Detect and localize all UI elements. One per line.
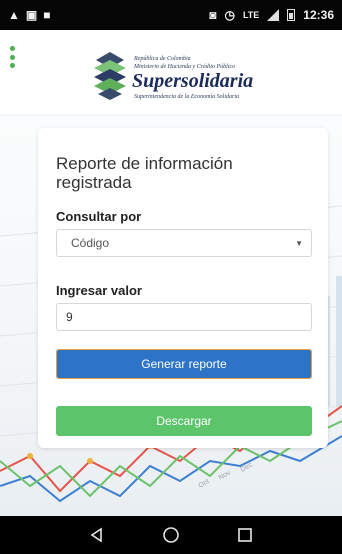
- logo-mark-icon: [94, 52, 126, 100]
- status-left-icons: ▲ ▣ ■: [8, 9, 50, 21]
- network-type: LTE: [242, 10, 260, 20]
- app-header: República de Colombia Ministerio de Haci…: [0, 30, 342, 116]
- bg-label-dec: Dec: [240, 461, 255, 474]
- message-icon: ■: [43, 8, 51, 22]
- alarm-icon: ◷: [224, 8, 235, 22]
- cast-icon: ◙: [209, 8, 217, 22]
- battery-icon: [287, 9, 296, 21]
- navigation-bar: [0, 516, 342, 554]
- logo-line1: República de Colombia: [134, 56, 191, 62]
- ingresar-valor-input[interactable]: 9: [56, 303, 312, 331]
- vertical-dots-menu-icon[interactable]: [10, 46, 16, 68]
- status-right-icons: ◙ ◷ LTE 12:36: [209, 8, 334, 22]
- consultar-por-label: Consultar por: [56, 209, 142, 224]
- back-icon[interactable]: [87, 525, 107, 545]
- report-form-card: Reporte de información registrada Consul…: [38, 128, 328, 448]
- logo-title: Supersolidaria: [132, 70, 254, 92]
- home-icon[interactable]: [161, 525, 181, 545]
- form-title: Reporte de información registrada: [56, 154, 233, 192]
- bg-label-nov: Nov: [218, 469, 233, 482]
- warning-icon: ▲: [8, 8, 20, 22]
- consultar-por-select[interactable]: Código ▼: [56, 229, 312, 257]
- supersolidaria-logo: República de Colombia Ministerio de Haci…: [90, 46, 290, 108]
- bg-label-oct: Oct: [198, 478, 211, 490]
- ingresar-valor-text: 9: [66, 310, 73, 324]
- status-bar: ▲ ▣ ■ ◙ ◷ LTE 12:36: [0, 0, 342, 30]
- caret-down-icon: ▼: [295, 239, 303, 248]
- signal-icon: [267, 9, 280, 21]
- recents-icon[interactable]: [235, 525, 255, 545]
- ingresar-valor-label: Ingresar valor: [56, 283, 142, 298]
- logo-subtitle: Superintendencia de la Economía Solidari…: [134, 94, 239, 100]
- consultar-por-value: Código: [71, 236, 110, 250]
- generar-reporte-button[interactable]: Generar reporte: [56, 349, 312, 379]
- status-time: 12:36: [303, 8, 334, 22]
- descargar-button[interactable]: Descargar: [56, 406, 312, 436]
- image-icon: ▣: [25, 8, 38, 22]
